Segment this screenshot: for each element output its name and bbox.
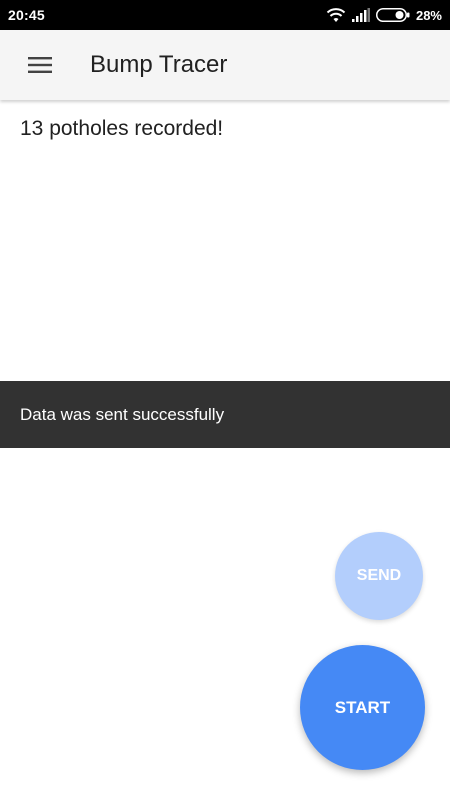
signal-icon — [351, 8, 370, 22]
start-button[interactable]: START — [300, 645, 425, 770]
status-icons: 28% — [326, 7, 442, 23]
status-time: 20:45 — [8, 7, 45, 23]
app-screen: 20:45 28% Bump Tracer 13 potholes record… — [0, 0, 450, 800]
potholes-count-text: 13 potholes recorded! — [20, 117, 224, 140]
wifi-icon — [326, 7, 346, 23]
snackbar: Data was sent successfully — [0, 381, 450, 448]
app-title: Bump Tracer — [90, 51, 228, 78]
send-button[interactable]: SEND — [335, 532, 423, 620]
battery-icon — [375, 8, 410, 22]
battery-percent: 28% — [415, 7, 442, 23]
status-bar: 20:45 28% — [0, 0, 450, 30]
snackbar-message: Data was sent successfully — [20, 404, 225, 424]
menu-icon[interactable] — [20, 45, 60, 85]
app-bar: Bump Tracer — [0, 30, 450, 100]
